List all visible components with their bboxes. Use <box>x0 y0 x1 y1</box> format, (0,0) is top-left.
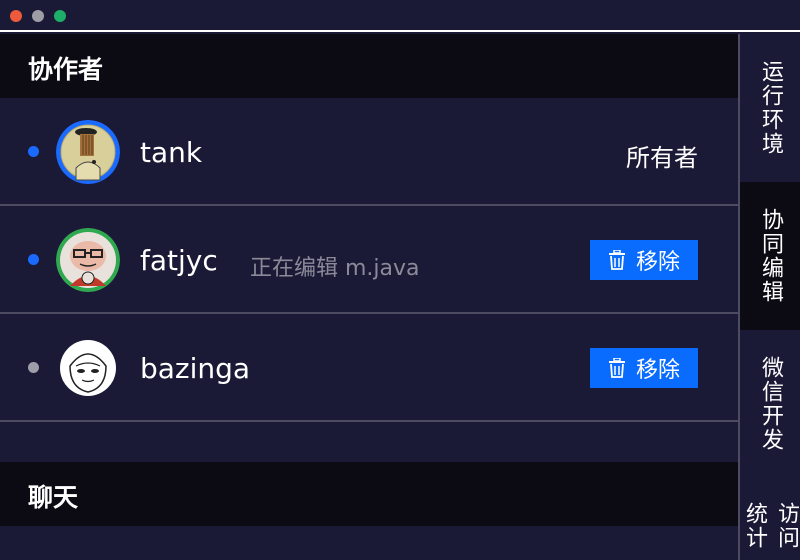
tab-access-statistics[interactable]: 访问统计 <box>740 478 800 560</box>
remove-button[interactable]: 移除 <box>590 240 698 280</box>
remove-button[interactable]: 移除 <box>590 348 698 388</box>
collaborator-row: tank 所有者 <box>0 98 738 206</box>
collaborator-row: bazinga 移除 <box>0 314 738 422</box>
username: bazinga <box>140 352 251 385</box>
collaborators-header: 协作者 <box>0 34 738 98</box>
side-tab-rail: 运行环境 协同编辑 微信开发 访问统计 <box>738 34 800 560</box>
online-status-dot <box>28 146 39 157</box>
collaborators-title: 协作者 <box>28 55 104 84</box>
avatar-image <box>56 228 120 292</box>
title-bar <box>0 0 800 32</box>
role-label: 所有者 <box>626 144 698 172</box>
tab-wechat-development[interactable]: 微信开发 <box>740 330 800 478</box>
remove-button-label: 移除 <box>635 358 680 383</box>
tab-collaborative-editing[interactable]: 协同编辑 <box>740 182 800 330</box>
avatar[interactable] <box>56 228 120 292</box>
tab-label: 协同编辑 <box>758 208 783 304</box>
close-window-button[interactable] <box>10 10 22 22</box>
avatar-image <box>60 340 116 396</box>
trash-icon <box>608 250 626 270</box>
tab-label: 运行环境 <box>758 60 783 156</box>
remove-button-label: 移除 <box>635 250 680 275</box>
chat-title: 聊天 <box>28 483 79 512</box>
app-window: 协作者 tank 所有者 fatjyc 正在编辑 m.java 移除 bazin… <box>0 0 800 560</box>
chat-header: 聊天 <box>0 462 738 526</box>
avatar-image <box>56 120 120 184</box>
tab-label: 访问统计 <box>742 502 799 550</box>
maximize-window-button[interactable] <box>54 10 66 22</box>
avatar[interactable] <box>56 336 120 400</box>
online-status-dot <box>28 254 39 265</box>
tab-label: 微信开发 <box>758 356 783 452</box>
username: fatjyc <box>140 244 218 277</box>
trash-icon <box>608 358 626 378</box>
collaboration-panel: 协作者 tank 所有者 fatjyc 正在编辑 m.java 移除 bazin… <box>0 34 738 560</box>
collaborator-row: fatjyc 正在编辑 m.java 移除 <box>0 206 738 314</box>
minimize-window-button[interactable] <box>32 10 44 22</box>
tab-runtime-environment[interactable]: 运行环境 <box>740 34 800 182</box>
editing-status: 正在编辑 m.java <box>250 256 420 281</box>
avatar[interactable] <box>56 120 120 184</box>
offline-status-dot <box>28 362 39 373</box>
username: tank <box>140 136 203 169</box>
